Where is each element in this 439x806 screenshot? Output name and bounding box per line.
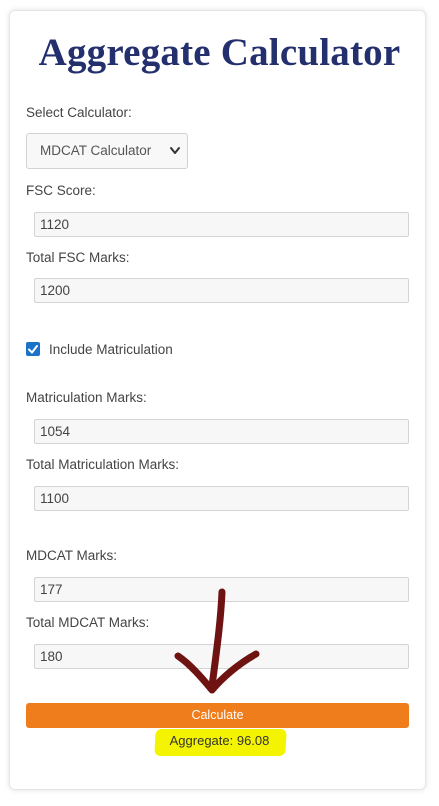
fsc-score-input[interactable]: 1120 (34, 212, 409, 237)
matric-marks-label: Matriculation Marks: (26, 390, 147, 405)
calculator-select-value: MDCAT Calculator (40, 143, 152, 158)
calculate-button[interactable]: Calculate (26, 703, 409, 728)
total-fsc-input[interactable]: 1200 (34, 278, 409, 303)
check-icon (28, 345, 38, 354)
arrow-down-icon (174, 588, 260, 694)
page-title: Aggregate Calculator (38, 31, 401, 74)
select-calculator-label: Select Calculator: (26, 105, 132, 120)
total-matric-label: Total Matriculation Marks: (26, 457, 180, 472)
chevron-down-icon (170, 147, 180, 154)
include-matric-checkbox[interactable] (26, 342, 40, 356)
total-fsc-label: Total FSC Marks: (26, 250, 130, 265)
total-matric-input[interactable]: 1100 (34, 486, 409, 511)
aggregate-result: Aggregate: 96.08 (169, 733, 270, 748)
fsc-score-label: FSC Score: (26, 183, 96, 198)
matric-marks-input[interactable]: 1054 (34, 419, 409, 444)
calculator-select[interactable]: MDCAT Calculator (26, 133, 188, 169)
mdcat-marks-label: MDCAT Marks: (26, 548, 117, 563)
include-matric-label: Include Matriculation (49, 342, 173, 357)
total-mdcat-label: Total MDCAT Marks: (26, 615, 150, 630)
